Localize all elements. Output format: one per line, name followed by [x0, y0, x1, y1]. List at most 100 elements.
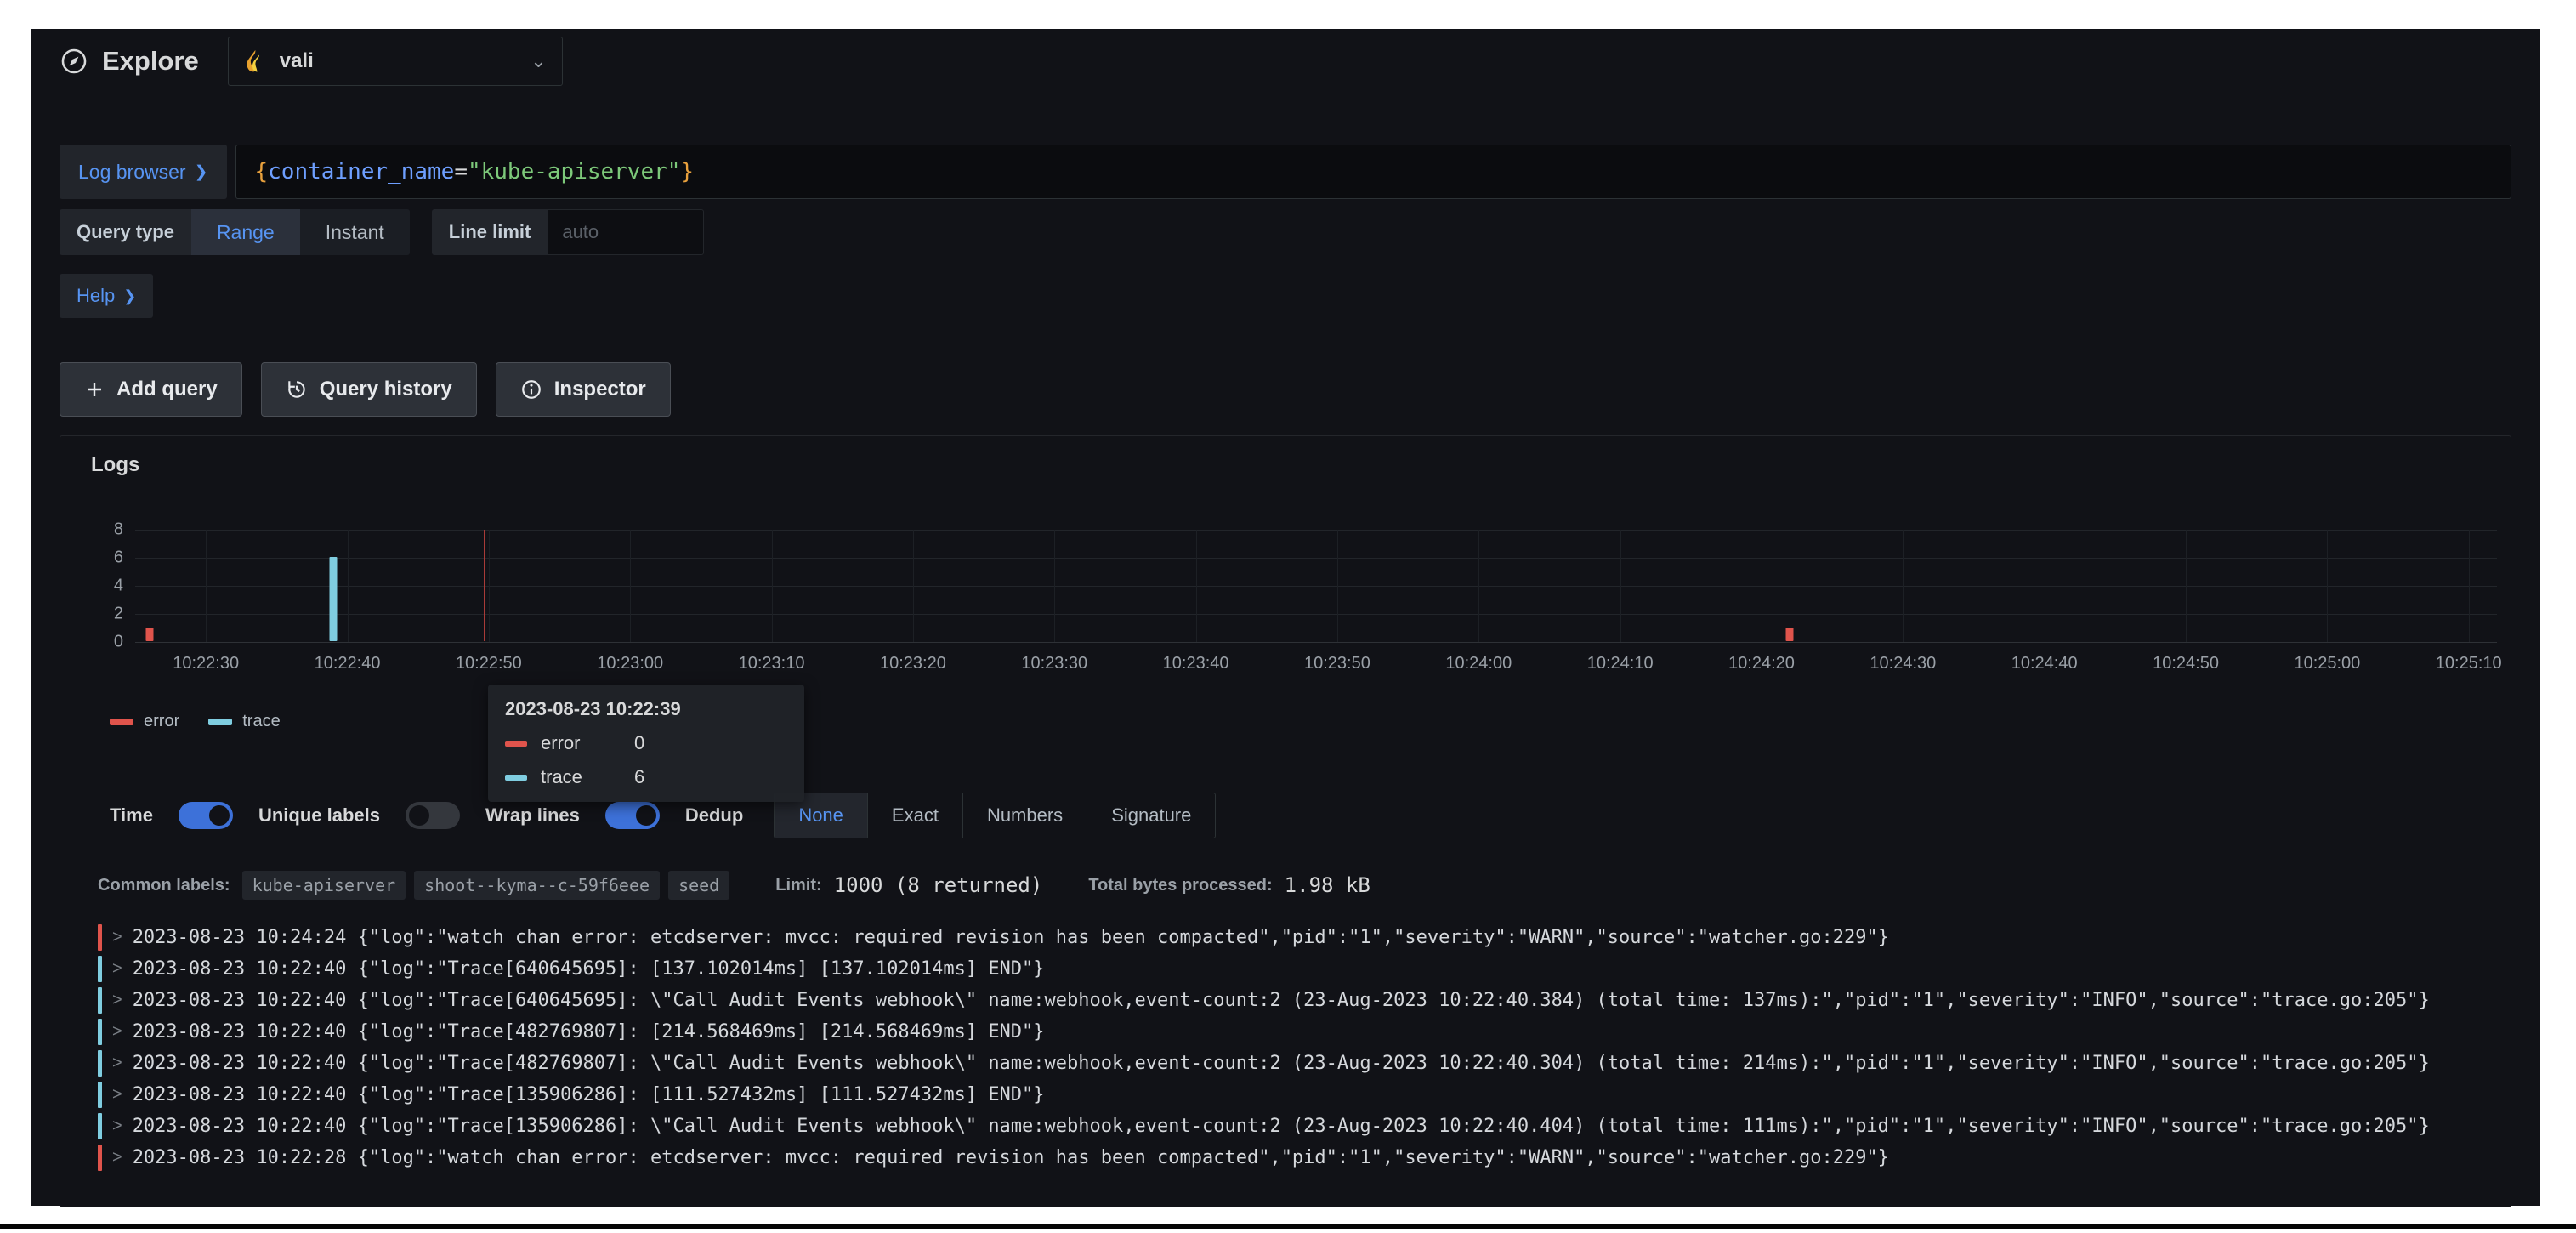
- log-browser-button[interactable]: Log browser ❯: [60, 145, 227, 199]
- log-line-text: 2023-08-23 10:22:40 {"log":"Trace[135906…: [133, 1084, 1045, 1105]
- logs-panel: Logs 86420 10:22:3010:22:4010:22:5010:23…: [60, 435, 2511, 1207]
- log-line-text: 2023-08-23 10:22:40 {"log":"Trace[482769…: [133, 1053, 2430, 1074]
- log-level-bar-trace: [98, 1113, 102, 1139]
- log-row-5[interactable]: >2023-08-23 10:22:40 {"log":"Trace[13590…: [98, 1079, 2480, 1111]
- x-tick-label-10:25:00: 10:25:00: [2294, 654, 2360, 673]
- y-tick-label-8: 8: [114, 520, 123, 540]
- query-token-0: {: [255, 159, 269, 185]
- log-row-0[interactable]: >2023-08-23 10:24:24 {"log":"watch chan …: [98, 922, 2480, 953]
- log-level-bar-trace: [98, 1050, 102, 1077]
- expand-chevron-icon[interactable]: >: [112, 959, 122, 979]
- legend-item-trace[interactable]: trace: [208, 712, 280, 731]
- line-limit-input[interactable]: [548, 209, 704, 255]
- chart-tooltip: 2023-08-23 10:22:39 error0trace6: [488, 685, 804, 802]
- gridline-x-10:25:10: [2469, 530, 2470, 642]
- log-line-text: 2023-08-23 10:24:24 {"log":"watch chan e…: [133, 927, 1889, 948]
- legend-label-trace: trace: [242, 712, 280, 731]
- action-label: Inspector: [554, 378, 646, 401]
- log-browser-label: Log browser: [78, 161, 186, 184]
- expand-chevron-icon[interactable]: >: [112, 1022, 122, 1042]
- add-query-button[interactable]: Add query: [60, 362, 242, 417]
- x-tick-label-10:24:50: 10:24:50: [2153, 654, 2219, 673]
- legend-item-error[interactable]: error: [110, 712, 179, 731]
- query-history-button[interactable]: Query history: [261, 362, 477, 417]
- datasource-picker[interactable]: vali ⌄: [228, 37, 563, 86]
- compass-icon: [60, 47, 88, 76]
- chart-x-axis: 10:22:3010:22:4010:22:5010:23:0010:23:10…: [135, 654, 2497, 678]
- window-bottom-edge: [0, 1224, 2576, 1229]
- chart-legend: error trace: [110, 712, 2511, 731]
- common-label-badge-1: shoot--kyma--c-59f6eee: [414, 871, 660, 900]
- gridline-y-0: [135, 642, 2497, 643]
- log-level-bar-trace: [98, 987, 102, 1014]
- log-line-text: 2023-08-23 10:22:40 {"log":"Trace[482769…: [133, 1021, 1045, 1043]
- unique-labels-toggle[interactable]: [406, 802, 460, 829]
- datasource-name: vali: [280, 49, 518, 73]
- y-tick-label-0: 0: [114, 633, 123, 652]
- log-row-4[interactable]: >2023-08-23 10:22:40 {"log":"Trace[48276…: [98, 1048, 2480, 1079]
- gridline-x-10:22:40: [348, 530, 349, 642]
- log-level-bar-error: [98, 1145, 102, 1171]
- log-row-6[interactable]: >2023-08-23 10:22:40 {"log":"Trace[13590…: [98, 1111, 2480, 1142]
- y-tick-label-4: 4: [114, 577, 123, 596]
- gridline-x-10:25:00: [2327, 530, 2328, 642]
- bar-error-10:22:26[interactable]: [145, 628, 153, 642]
- dedup-label: Dedup: [685, 804, 743, 827]
- action-label: Query history: [320, 378, 452, 401]
- expand-chevron-icon[interactable]: >: [112, 928, 122, 947]
- chart-plot[interactable]: [135, 530, 2497, 642]
- time-toggle[interactable]: [179, 802, 233, 829]
- x-tick-label-10:24:30: 10:24:30: [1870, 654, 1936, 673]
- expand-chevron-icon[interactable]: >: [112, 1148, 122, 1168]
- tooltip-row-trace: trace6: [505, 766, 787, 788]
- x-tick-label-10:24:40: 10:24:40: [2011, 654, 2078, 673]
- log-line-text: 2023-08-23 10:22:28 {"log":"watch chan e…: [133, 1147, 1889, 1168]
- page-title: Explore: [60, 46, 199, 77]
- chevron-right-icon: ❯: [123, 287, 136, 305]
- bar-trace-10:22:39[interactable]: [329, 557, 337, 641]
- expand-chevron-icon[interactable]: >: [112, 1085, 122, 1105]
- y-tick-label-6: 6: [114, 548, 123, 568]
- log-rows: >2023-08-23 10:24:24 {"log":"watch chan …: [98, 922, 2480, 1173]
- expand-chevron-icon[interactable]: >: [112, 991, 122, 1010]
- tooltip-row-error: error0: [505, 732, 787, 754]
- dedup-option-numbers[interactable]: Numbers: [962, 793, 1087, 838]
- gridline-x-10:23:30: [1054, 530, 1055, 642]
- gridline-x-10:22:30: [206, 530, 207, 642]
- wrap-lines-toggle[interactable]: [605, 802, 660, 829]
- common-labels-label: Common labels:: [98, 876, 230, 895]
- x-tick-label-10:23:40: 10:23:40: [1163, 654, 1229, 673]
- x-tick-label-10:25:10: 10:25:10: [2436, 654, 2502, 673]
- query-expression-input[interactable]: {container_name="kube-apiserver"}: [235, 145, 2512, 199]
- query-editor: Log browser ❯ {container_name="kube-apis…: [31, 145, 2540, 417]
- query-token-1: container_name: [268, 159, 454, 185]
- bar-error-10:24:22[interactable]: [1786, 628, 1794, 642]
- chevron-right-icon: ❯: [195, 162, 208, 182]
- log-row-7[interactable]: >2023-08-23 10:22:28 {"log":"watch chan …: [98, 1142, 2480, 1173]
- legend-swatch-trace: [208, 719, 232, 725]
- expand-chevron-icon[interactable]: >: [112, 1117, 122, 1136]
- plus-icon: [84, 379, 105, 400]
- expand-chevron-icon[interactable]: >: [112, 1054, 122, 1073]
- log-row-2[interactable]: >2023-08-23 10:22:40 {"log":"Trace[64064…: [98, 985, 2480, 1016]
- x-tick-label-10:23:00: 10:23:00: [597, 654, 663, 673]
- x-tick-label-10:24:20: 10:24:20: [1728, 654, 1795, 673]
- x-tick-label-10:24:00: 10:24:00: [1445, 654, 1512, 673]
- time-toggle-knob: [209, 805, 230, 826]
- chart-y-axis: 86420: [98, 530, 127, 642]
- log-level-bar-trace: [98, 1082, 102, 1108]
- query-token-2: =: [454, 159, 468, 185]
- x-tick-label-10:23:30: 10:23:30: [1021, 654, 1087, 673]
- x-tick-label-10:22:30: 10:22:30: [173, 654, 239, 673]
- gridline-x-10:24:10: [1620, 530, 1621, 642]
- log-row-1[interactable]: >2023-08-23 10:22:40 {"log":"Trace[64064…: [98, 953, 2480, 985]
- dedup-option-exact[interactable]: Exact: [867, 793, 962, 838]
- inspector-button[interactable]: Inspector: [496, 362, 671, 417]
- help-button[interactable]: Help ❯: [60, 274, 153, 318]
- grafana-explore-app: Explore vali ⌄ Log browser ❯ {container_…: [31, 29, 2540, 1206]
- query-type-option-range[interactable]: Range: [191, 209, 300, 255]
- tooltip-swatch-error: [505, 741, 527, 747]
- dedup-option-signature[interactable]: Signature: [1087, 793, 1215, 838]
- query-type-option-instant[interactable]: Instant: [300, 209, 410, 255]
- log-row-3[interactable]: >2023-08-23 10:22:40 {"log":"Trace[48276…: [98, 1016, 2480, 1048]
